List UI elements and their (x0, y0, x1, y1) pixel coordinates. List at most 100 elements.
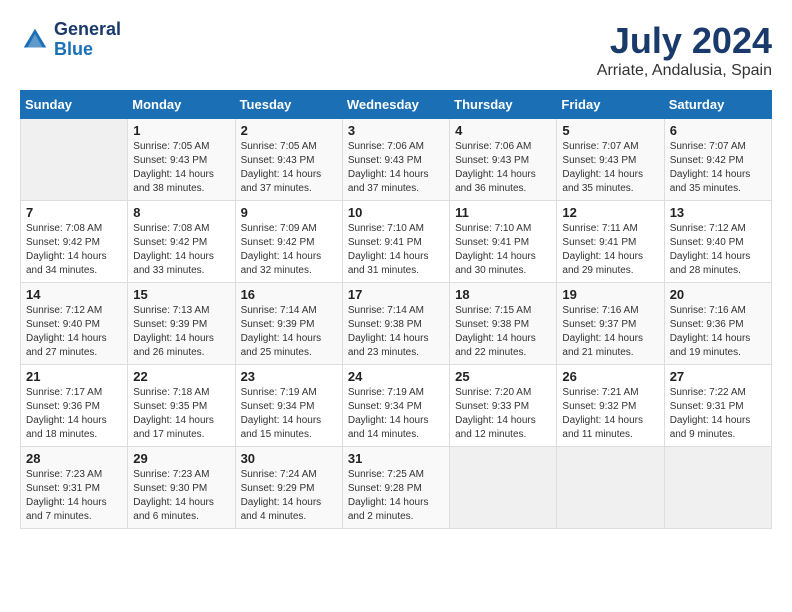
day-info: Sunrise: 7:07 AM Sunset: 9:43 PM Dayligh… (562, 140, 658, 196)
day-info: Sunrise: 7:10 AM Sunset: 9:41 PM Dayligh… (348, 222, 444, 278)
calendar-cell: 5 Sunrise: 7:07 AM Sunset: 9:43 PM Daylig… (557, 119, 664, 201)
calendar-cell: 20Sunrise: 7:16 AM Sunset: 9:36 PM Dayli… (664, 283, 771, 365)
day-number: 23 (241, 369, 337, 384)
calendar-cell: 10 Sunrise: 7:10 AM Sunset: 9:41 PM Dayli… (342, 201, 449, 283)
day-number: 17 (348, 287, 444, 302)
weekday-header-friday: Friday (557, 91, 664, 119)
weekday-header-tuesday: Tuesday (235, 91, 342, 119)
calendar-cell (557, 447, 664, 529)
calendar-title: July 2024 (597, 20, 772, 62)
day-info: Sunrise: 7:10 AM Sunset: 9:41 PM Dayligh… (455, 222, 551, 278)
day-info: Sunrise: 7:22 AM Sunset: 9:31 PM Dayligh… (670, 386, 766, 442)
day-number: 8 (133, 205, 229, 220)
calendar-cell: 4Sunrise: 7:06 AM Sunset: 9:43 PM Daylig… (450, 119, 557, 201)
day-info: Sunrise: 7:23 AM Sunset: 9:30 PM Dayligh… (133, 468, 229, 524)
calendar-cell: 16Sunrise: 7:14 AM Sunset: 9:39 PM Dayli… (235, 283, 342, 365)
day-number: 14 (26, 287, 122, 302)
day-info: Sunrise: 7:08 AM Sunset: 9:42 PM Dayligh… (26, 222, 122, 278)
day-number: 7 (26, 205, 122, 220)
day-number: 1 (133, 123, 229, 138)
day-info: Sunrise: 7:18 AM Sunset: 9:35 PM Dayligh… (133, 386, 229, 442)
day-number: 29 (133, 451, 229, 466)
day-info: Sunrise: 7:08 AM Sunset: 9:42 PM Dayligh… (133, 222, 229, 278)
day-info: Sunrise: 7:12 AM Sunset: 9:40 PM Dayligh… (26, 304, 122, 360)
day-info: Sunrise: 7:19 AM Sunset: 9:34 PM Dayligh… (241, 386, 337, 442)
logo-icon (20, 25, 50, 55)
calendar-cell: 14 Sunrise: 7:12 AM Sunset: 9:40 PM Dayli… (21, 283, 128, 365)
day-info: Sunrise: 7:23 AM Sunset: 9:31 PM Dayligh… (26, 468, 122, 524)
calendar-cell: 31 Sunrise: 7:25 AM Sunset: 9:28 PM Dayli… (342, 447, 449, 529)
weekday-header-sunday: Sunday (21, 91, 128, 119)
calendar-cell: 8 Sunrise: 7:08 AM Sunset: 9:42 PM Daylig… (128, 201, 235, 283)
day-info: Sunrise: 7:11 AM Sunset: 9:41 PM Dayligh… (562, 222, 658, 278)
weekday-header-monday: Monday (128, 91, 235, 119)
calendar-body: 1 Sunrise: 7:05 AM Sunset: 9:43 PM Daylig… (21, 119, 772, 529)
day-number: 26 (562, 369, 658, 384)
day-info: Sunrise: 7:16 AM Sunset: 9:37 PM Dayligh… (562, 304, 658, 360)
calendar-cell: 24 Sunrise: 7:19 AM Sunset: 9:34 PM Dayli… (342, 365, 449, 447)
calendar-cell: 6Sunrise: 7:07 AM Sunset: 9:42 PM Daylig… (664, 119, 771, 201)
day-number: 3 (348, 123, 444, 138)
calendar-cell: 25Sunrise: 7:20 AM Sunset: 9:33 PM Dayli… (450, 365, 557, 447)
calendar-cell: 29 Sunrise: 7:23 AM Sunset: 9:30 PM Dayli… (128, 447, 235, 529)
day-info: Sunrise: 7:20 AM Sunset: 9:33 PM Dayligh… (455, 386, 551, 442)
day-number: 10 (348, 205, 444, 220)
day-number: 11 (455, 205, 551, 220)
day-number: 2 (241, 123, 337, 138)
day-number: 24 (348, 369, 444, 384)
calendar-cell: 28Sunrise: 7:23 AM Sunset: 9:31 PM Dayli… (21, 447, 128, 529)
day-number: 18 (455, 287, 551, 302)
day-number: 9 (241, 205, 337, 220)
day-info: Sunrise: 7:25 AM Sunset: 9:28 PM Dayligh… (348, 468, 444, 524)
day-info: Sunrise: 7:17 AM Sunset: 9:36 PM Dayligh… (26, 386, 122, 442)
day-number: 4 (455, 123, 551, 138)
day-number: 19 (562, 287, 658, 302)
calendar-cell (21, 119, 128, 201)
day-number: 21 (26, 369, 122, 384)
day-number: 13 (670, 205, 766, 220)
day-number: 30 (241, 451, 337, 466)
title-area: July 2024 Arriate, Andalusia, Spain (597, 20, 772, 80)
calendar-cell: 7 Sunrise: 7:08 AM Sunset: 9:42 PM Daylig… (21, 201, 128, 283)
day-number: 12 (562, 205, 658, 220)
weekday-header-thursday: Thursday (450, 91, 557, 119)
day-info: Sunrise: 7:13 AM Sunset: 9:39 PM Dayligh… (133, 304, 229, 360)
day-info: Sunrise: 7:15 AM Sunset: 9:38 PM Dayligh… (455, 304, 551, 360)
day-info: Sunrise: 7:05 AM Sunset: 9:43 PM Dayligh… (241, 140, 337, 196)
day-number: 22 (133, 369, 229, 384)
calendar-cell: 26Sunrise: 7:21 AM Sunset: 9:32 PM Dayli… (557, 365, 664, 447)
calendar-table: SundayMondayTuesdayWednesdayThursdayFrid… (20, 90, 772, 529)
calendar-cell: 13Sunrise: 7:12 AM Sunset: 9:40 PM Dayli… (664, 201, 771, 283)
calendar-cell: 23 Sunrise: 7:19 AM Sunset: 9:34 PM Dayli… (235, 365, 342, 447)
calendar-cell: 27Sunrise: 7:22 AM Sunset: 9:31 PM Dayli… (664, 365, 771, 447)
calendar-cell: 3 Sunrise: 7:06 AM Sunset: 9:43 PM Daylig… (342, 119, 449, 201)
logo: General Blue (20, 20, 121, 60)
calendar-week-3: 14 Sunrise: 7:12 AM Sunset: 9:40 PM Dayli… (21, 283, 772, 365)
day-info: Sunrise: 7:19 AM Sunset: 9:34 PM Dayligh… (348, 386, 444, 442)
day-info: Sunrise: 7:05 AM Sunset: 9:43 PM Dayligh… (133, 140, 229, 196)
calendar-cell: 11 Sunrise: 7:10 AM Sunset: 9:41 PM Dayli… (450, 201, 557, 283)
calendar-cell: 30 Sunrise: 7:24 AM Sunset: 9:29 PM Dayli… (235, 447, 342, 529)
calendar-week-2: 7 Sunrise: 7:08 AM Sunset: 9:42 PM Daylig… (21, 201, 772, 283)
day-number: 31 (348, 451, 444, 466)
logo-text: General Blue (54, 20, 121, 60)
calendar-cell (664, 447, 771, 529)
day-info: Sunrise: 7:16 AM Sunset: 9:36 PM Dayligh… (670, 304, 766, 360)
day-info: Sunrise: 7:07 AM Sunset: 9:42 PM Dayligh… (670, 140, 766, 196)
calendar-cell: 1 Sunrise: 7:05 AM Sunset: 9:43 PM Daylig… (128, 119, 235, 201)
calendar-cell: 9Sunrise: 7:09 AM Sunset: 9:42 PM Daylig… (235, 201, 342, 283)
calendar-cell: 12 Sunrise: 7:11 AM Sunset: 9:41 PM Dayli… (557, 201, 664, 283)
calendar-cell: 18 Sunrise: 7:15 AM Sunset: 9:38 PM Dayli… (450, 283, 557, 365)
day-number: 15 (133, 287, 229, 302)
day-info: Sunrise: 7:06 AM Sunset: 9:43 PM Dayligh… (348, 140, 444, 196)
calendar-cell: 17Sunrise: 7:14 AM Sunset: 9:38 PM Dayli… (342, 283, 449, 365)
calendar-cell: 21 Sunrise: 7:17 AM Sunset: 9:36 PM Dayli… (21, 365, 128, 447)
logo-general: General (54, 20, 121, 40)
logo-blue: Blue (54, 40, 121, 60)
calendar-cell: 15 Sunrise: 7:13 AM Sunset: 9:39 PM Dayli… (128, 283, 235, 365)
calendar-week-5: 28Sunrise: 7:23 AM Sunset: 9:31 PM Dayli… (21, 447, 772, 529)
day-info: Sunrise: 7:24 AM Sunset: 9:29 PM Dayligh… (241, 468, 337, 524)
day-number: 5 (562, 123, 658, 138)
day-number: 16 (241, 287, 337, 302)
calendar-cell: 19 Sunrise: 7:16 AM Sunset: 9:37 PM Dayli… (557, 283, 664, 365)
